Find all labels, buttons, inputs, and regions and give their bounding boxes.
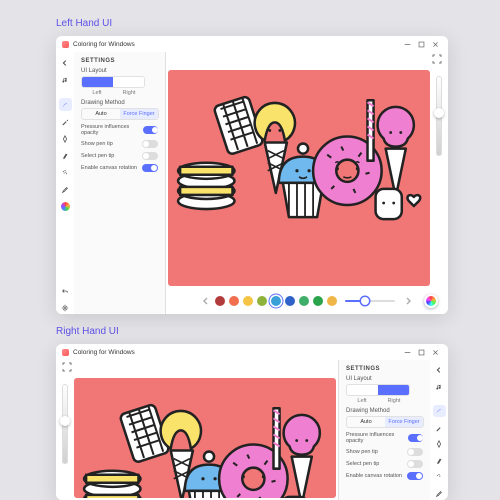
- pen-tool[interactable]: [433, 438, 446, 451]
- app-icon: [62, 349, 69, 356]
- back-button[interactable]: [59, 56, 72, 69]
- rotation-toggle[interactable]: [407, 472, 423, 480]
- rotation-label: Enable canvas rotation: [346, 473, 402, 479]
- close-button[interactable]: [428, 37, 442, 51]
- heading-left: Left Hand UI: [56, 18, 112, 29]
- fullscreen-icon[interactable]: [62, 362, 72, 372]
- pressure-toggle[interactable]: [143, 126, 158, 134]
- ui-layout-label: UI Layout: [346, 376, 423, 382]
- select-tip-label: Select pen tip: [81, 153, 114, 159]
- main-area: [56, 360, 338, 500]
- color-swatch[interactable]: [299, 296, 309, 306]
- drawing-force-finger[interactable]: Force Finger: [120, 109, 158, 119]
- color-swatch[interactable]: [257, 296, 267, 306]
- minimize-button[interactable]: [400, 345, 414, 359]
- main-area: [166, 52, 448, 314]
- ui-layout-left[interactable]: [347, 385, 378, 395]
- eyedropper-tool[interactable]: [59, 183, 72, 196]
- color-swatch[interactable]: [229, 296, 239, 306]
- settings-title: SETTINGS: [346, 366, 423, 372]
- ui-layout-segmented[interactable]: [346, 384, 410, 396]
- drawing-canvas[interactable]: [168, 70, 430, 286]
- ui-layout-right[interactable]: [378, 385, 409, 395]
- color-swatch[interactable]: [271, 296, 281, 306]
- rotation-toggle[interactable]: [142, 164, 158, 172]
- heading-right: Right Hand UI: [56, 326, 119, 337]
- music-icon[interactable]: [433, 381, 446, 394]
- settings-panel: SETTINGS UI Layout LeftRight Drawing Met…: [74, 52, 166, 314]
- show-tip-toggle[interactable]: [142, 140, 158, 148]
- color-swatch[interactable]: [313, 296, 323, 306]
- settings-gear-icon[interactable]: [59, 301, 72, 314]
- ui-layout-left[interactable]: [82, 77, 113, 87]
- maximize-button[interactable]: [414, 37, 428, 51]
- brush-size-slider[interactable]: [345, 300, 395, 302]
- select-tip-toggle[interactable]: [142, 152, 158, 160]
- drawing-method-label: Drawing Method: [81, 100, 158, 106]
- pen-tool[interactable]: [59, 132, 72, 145]
- drawing-auto[interactable]: Auto: [82, 109, 120, 119]
- color-swatch[interactable]: [215, 296, 225, 306]
- palette-prev[interactable]: [201, 296, 211, 306]
- drawing-method-segmented[interactable]: Auto Force Finger: [81, 108, 159, 120]
- canvas-artwork: [74, 378, 336, 498]
- undo-button[interactable]: [59, 284, 72, 297]
- maximize-button[interactable]: [414, 345, 428, 359]
- brush-tool[interactable]: [433, 405, 446, 418]
- app-title: Coloring for Windows: [73, 41, 135, 48]
- marker-tool[interactable]: [433, 454, 446, 467]
- settings-title: SETTINGS: [81, 58, 158, 64]
- marker-tool[interactable]: [59, 149, 72, 162]
- color-wheel-tool[interactable]: [61, 202, 70, 211]
- back-button[interactable]: [433, 364, 446, 377]
- show-tip-label: Show pen tip: [81, 141, 113, 147]
- ui-layout-label: UI Layout: [81, 68, 158, 74]
- eyedropper-tool[interactable]: [433, 487, 446, 500]
- tool-column: [56, 52, 74, 314]
- pressure-label: Pressure influences opacity: [81, 124, 143, 136]
- show-tip-label: Show pen tip: [346, 449, 378, 455]
- brush-size-vertical-slider[interactable]: [62, 384, 68, 464]
- canvas-artwork: [168, 70, 430, 251]
- tool-column: [430, 360, 448, 500]
- close-button[interactable]: [428, 345, 442, 359]
- drawing-auto[interactable]: Auto: [347, 417, 385, 427]
- music-icon[interactable]: [59, 73, 72, 86]
- ui-layout-right[interactable]: [113, 77, 144, 87]
- color-swatch[interactable]: [243, 296, 253, 306]
- color-swatch[interactable]: [327, 296, 337, 306]
- app-icon: [62, 41, 69, 48]
- show-tip-toggle[interactable]: [407, 448, 423, 456]
- select-tip-label: Select pen tip: [346, 461, 379, 467]
- window-left-hand: Coloring for Windows: [56, 36, 448, 314]
- settings-panel: SETTINGS UI Layout LeftRight Drawing Met…: [338, 360, 430, 500]
- rotation-label: Enable canvas rotation: [81, 165, 137, 171]
- drawing-method-label: Drawing Method: [346, 408, 423, 414]
- comparison-stage: Left Hand UI Right Hand UI Coloring for …: [0, 0, 500, 500]
- spray-tool[interactable]: [433, 471, 446, 484]
- window-right-hand: Coloring for Windows: [56, 344, 448, 500]
- app-title: Coloring for Windows: [73, 349, 135, 356]
- color-swatch[interactable]: [285, 296, 295, 306]
- titlebar: Coloring for Windows: [56, 36, 448, 52]
- drawing-method-segmented[interactable]: Auto Force Finger: [346, 416, 424, 428]
- fullscreen-icon[interactable]: [432, 54, 442, 64]
- brush-size-vertical-slider[interactable]: [436, 76, 442, 156]
- pencil-tool[interactable]: [59, 115, 72, 128]
- pencil-tool[interactable]: [433, 421, 446, 434]
- titlebar: Coloring for Windows: [56, 344, 448, 360]
- color-palette: [166, 288, 448, 314]
- pressure-label: Pressure influences opacity: [346, 432, 408, 444]
- select-tip-toggle[interactable]: [407, 460, 423, 468]
- drawing-force-finger[interactable]: Force Finger: [385, 417, 423, 427]
- ui-layout-segmented[interactable]: [81, 76, 145, 88]
- drawing-canvas[interactable]: [74, 378, 336, 498]
- pressure-toggle[interactable]: [408, 434, 423, 442]
- brush-tool[interactable]: [59, 98, 72, 111]
- palette-next[interactable]: [403, 296, 413, 306]
- spray-tool[interactable]: [59, 166, 72, 179]
- minimize-button[interactable]: [400, 37, 414, 51]
- color-picker-button[interactable]: [424, 294, 438, 308]
